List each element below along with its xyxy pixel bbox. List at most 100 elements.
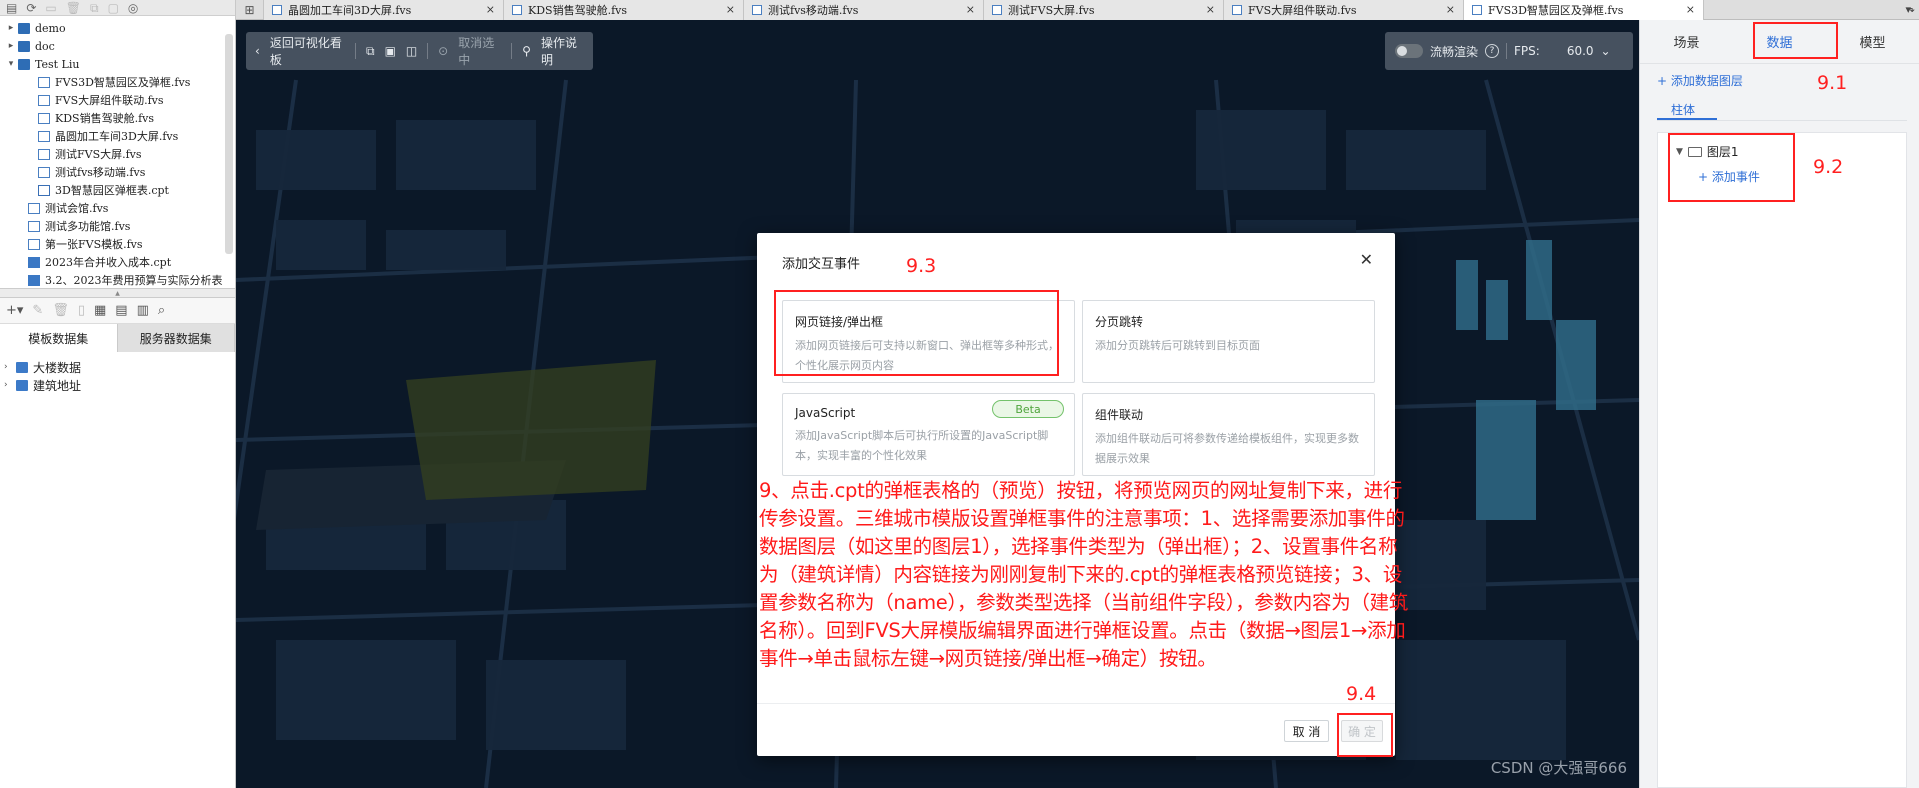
locate-icon[interactable]: ◎	[128, 0, 138, 16]
preview-icon[interactable]: ▥	[137, 303, 149, 318]
tree-item-label: 2023年合并收入成本.cpt	[45, 256, 172, 269]
tree-item[interactable]: ▸ demo	[0, 19, 235, 37]
expand-arrow-icon[interactable]: ›	[4, 380, 14, 390]
expand-arrow-icon[interactable]: ▸	[6, 41, 16, 51]
delete-icon[interactable]: 🗑	[66, 0, 81, 16]
dataset-label: 大楼数据	[33, 360, 82, 375]
tab-column[interactable]: 柱体	[1671, 101, 1695, 118]
paste-icon[interactable]: ◫	[406, 44, 417, 58]
option-desc: 添加JavaScript脚本后可执行所设置的JavaScript脚本，实现丰富的…	[795, 429, 1049, 462]
chevron-down-icon[interactable]: ⌄	[1601, 44, 1611, 58]
tree-item[interactable]: 3.2、2023年费用预算与实际分析表	[0, 271, 235, 288]
cancel-button[interactable]: 取 消	[1284, 720, 1329, 742]
fvs-file-icon	[512, 5, 522, 15]
document-tab[interactable]: KDS销售驾驶舱.fvs ×	[504, 0, 744, 20]
tree-item[interactable]: FVS大屏组件联动.fvs	[0, 91, 235, 109]
tree-item[interactable]: 第一张FVS模板.fvs	[0, 235, 235, 253]
search-icon[interactable]: ⌕	[158, 303, 165, 318]
tree-item-label: FVS大屏组件联动.fvs	[55, 94, 164, 107]
doc-icon[interactable]: ▯	[78, 303, 85, 318]
document-tab[interactable]: FVS3D智慧园区及弹框.fvs ×	[1464, 0, 1704, 20]
close-tab-icon[interactable]: ×	[486, 3, 495, 16]
document-tab[interactable]: 晶圆加工车间3D大屏.fvs ×	[264, 0, 504, 20]
refresh-icon[interactable]: ⟳	[26, 0, 36, 16]
template-tree: ▸ demo ▸ doc ▾ Test Liu FVS3D智慧园区及弹框.fvs FVS大屏组…	[0, 16, 235, 288]
tree-item[interactable]: ▾ Test Liu	[0, 55, 235, 73]
option-page-jump[interactable]: 分页跳转 添加分页跳转后可跳转到目标页面	[1082, 300, 1375, 383]
document-tab[interactable]: 测试FVS大屏.fvs ×	[984, 0, 1224, 20]
option-javascript[interactable]: JavaScript 添加JavaScript脚本后可执行所设置的JavaScr…	[782, 393, 1075, 476]
dataset-item[interactable]: › 大楼数据	[0, 358, 235, 376]
back-arrow-icon[interactable]: ‹	[255, 44, 260, 58]
close-tab-icon[interactable]: ×	[1446, 3, 1455, 16]
delete-icon[interactable]: 🗑	[52, 303, 69, 318]
copy-icon[interactable]: ⧉	[90, 0, 99, 16]
dialog-title: 添加交互事件	[782, 257, 861, 272]
dataset-icon[interactable]: ▤	[115, 303, 127, 318]
tree-item-label: 3D智慧园区弹框表.cpt	[55, 184, 169, 197]
close-tab-icon[interactable]: ×	[1686, 3, 1695, 16]
new-file-icon[interactable]: ▤	[6, 0, 17, 16]
document-tab[interactable]: FVS大屏组件联动.fvs ×	[1224, 0, 1464, 20]
close-tab-icon[interactable]: ×	[1206, 3, 1215, 16]
table-icon[interactable]: ▦	[94, 303, 106, 318]
file-toolbar: ▤ ⟳ ▭ 🗑 ⧉ ▢ ◎	[0, 0, 235, 16]
help-pin-icon: ⚲	[522, 44, 531, 58]
expand-arrow-icon[interactable]: ▸	[6, 23, 16, 33]
annotation-box-9-1	[1753, 22, 1838, 59]
expand-arrow-icon[interactable]: ▾	[6, 59, 16, 69]
tree-item[interactable]: 3D智慧园区弹框表.cpt	[0, 181, 235, 199]
tree-item[interactable]: 晶圆加工车间3D大屏.fvs	[0, 127, 235, 145]
tab-label: 测试fvs移动端.fvs	[768, 4, 859, 17]
question-icon[interactable]: ?	[1485, 44, 1500, 58]
option-title: 分页跳转	[1095, 315, 1144, 329]
layout-icon[interactable]: ⧉	[366, 44, 375, 59]
tree-item-label: demo	[35, 21, 66, 35]
copy-icon[interactable]: ▣	[385, 44, 396, 58]
document-tab[interactable]: 测试fvs移动端.fvs ×	[744, 0, 984, 20]
tree-item[interactable]: 测试FVS大屏.fvs	[0, 145, 235, 163]
folder-icon[interactable]: ▭	[45, 0, 56, 16]
close-icon[interactable]: ✕	[1360, 250, 1373, 269]
tab-template-dataset[interactable]: 模板数据集	[0, 324, 118, 352]
tree-scrollbar[interactable]	[225, 34, 233, 254]
tab-server-dataset[interactable]: 服务器数据集	[117, 324, 235, 352]
file-icon	[28, 256, 40, 268]
close-tab-icon[interactable]: ×	[966, 3, 975, 16]
option-component-link[interactable]: 组件联动 添加组件联动后可将参数传递给模板组件，实现更多数据展示效果	[1082, 393, 1375, 476]
tree-item[interactable]: FVS3D智慧园区及弹框.fvs	[0, 73, 235, 91]
left-panel: ▤ ⟳ ▭ 🗑 ⧉ ▢ ◎ ▸ demo ▸ doc ▾ Test Liu FVS3D智慧园…	[0, 0, 236, 788]
tree-item[interactable]: 2023年合并收入成本.cpt	[0, 253, 235, 271]
fvs-file-icon	[992, 5, 1002, 15]
watermark: CSDN @大强哥666	[1490, 759, 1627, 777]
cancel-select-button[interactable]: 取消选中	[458, 34, 501, 68]
help-button[interactable]: 操作说明	[541, 34, 584, 68]
add-data-layer-button[interactable]: + 添加数据图层	[1657, 72, 1743, 89]
tree-item[interactable]: 测试fvs移动端.fvs	[0, 163, 235, 181]
tab-scene[interactable]: 场景	[1640, 20, 1733, 63]
tab-model[interactable]: 模型	[1826, 20, 1919, 63]
smooth-render-toggle[interactable]	[1395, 44, 1423, 58]
tree-item[interactable]: 测试会馆.fvs	[0, 199, 235, 217]
tree-item-label: 测试会馆.fvs	[45, 202, 109, 215]
lock-icon[interactable]: ▢	[108, 0, 119, 16]
tree-item-label: KDS销售驾驶舱.fvs	[55, 112, 154, 125]
expand-corner-icon[interactable]: ⬎	[1906, 2, 1915, 15]
tab-label: FVS大屏组件联动.fvs	[1248, 4, 1357, 17]
file-icon	[38, 94, 50, 106]
add-dataset-icon[interactable]: +▾	[6, 303, 23, 318]
file-icon	[38, 148, 50, 160]
dataset-label: 建筑地址	[33, 378, 82, 393]
edit-icon[interactable]: ✎	[32, 303, 43, 318]
back-to-dashboard-button[interactable]: 返回可视化看板	[270, 34, 345, 68]
tree-item[interactable]: KDS销售驾驶舱.fvs	[0, 109, 235, 127]
fps-select[interactable]: 60.0	[1567, 44, 1594, 58]
close-tab-icon[interactable]: ×	[726, 3, 735, 16]
dataset-item[interactable]: › 建筑地址	[0, 376, 235, 394]
tree-item[interactable]: ▸ doc	[0, 37, 235, 55]
panel-splitter[interactable]: ▲	[0, 288, 235, 298]
tab-menu-icon[interactable]: ⊞	[236, 0, 264, 19]
folder-icon	[18, 22, 30, 34]
expand-arrow-icon[interactable]: ›	[4, 362, 14, 372]
tree-item[interactable]: 测试多功能馆.fvs	[0, 217, 235, 235]
